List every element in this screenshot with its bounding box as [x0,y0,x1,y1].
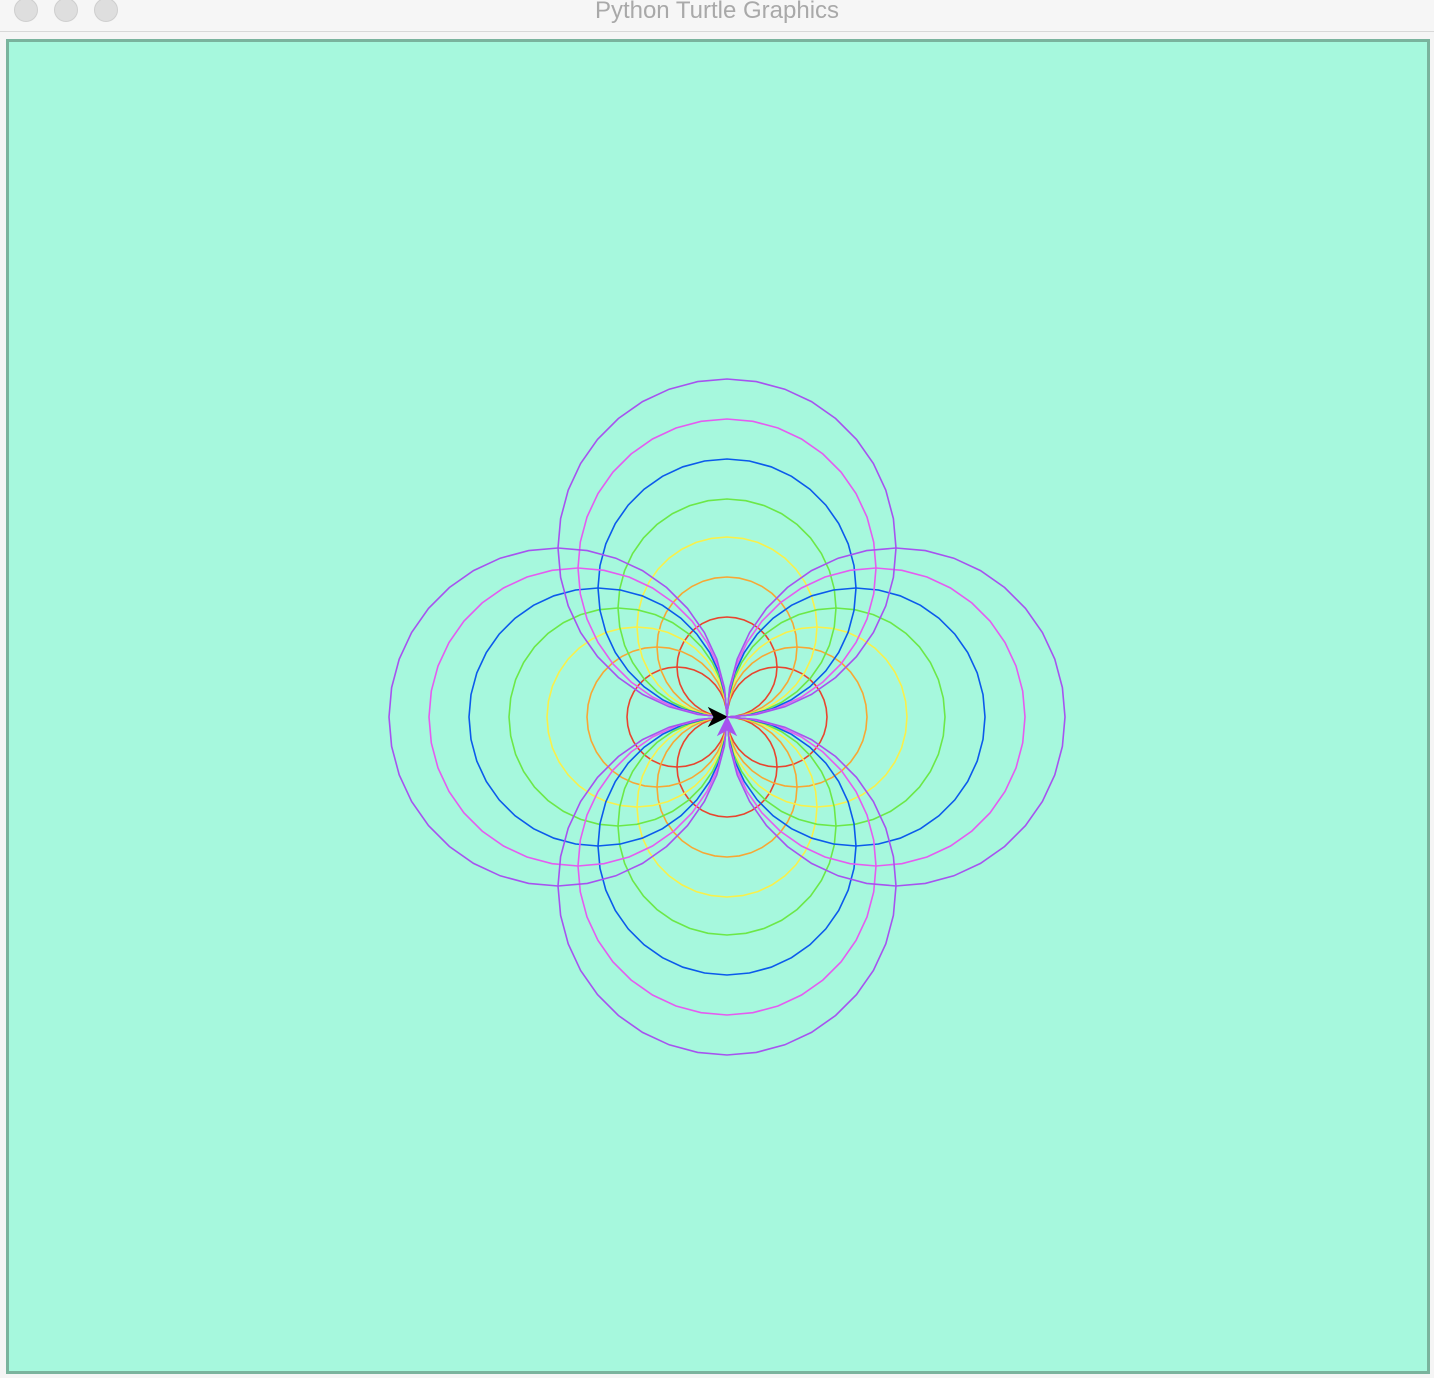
title-bar: Python Turtle Graphics [0,0,1434,32]
turtle-window: Python Turtle Graphics [0,0,1434,1378]
ring-0-left [626,666,728,768]
ring-3-right [726,607,946,827]
ring-4-down [597,716,857,976]
ring-4-right [726,587,986,847]
ring-5-right [726,567,1026,867]
drawing-surface [388,378,1066,1056]
ring-4-left [468,587,728,847]
ring-4-up [597,458,857,718]
ring-3-down [617,716,837,936]
ring-5-down [577,716,877,1016]
ring-5-left [428,567,728,867]
window-title: Python Turtle Graphics [594,0,840,24]
ring-0-down [676,716,778,818]
ring-2-up [636,536,818,718]
ring-0-up [676,616,778,718]
turtle-canvas[interactable] [6,39,1430,1374]
ring-2-right [726,626,908,808]
ring-5-up [577,418,877,718]
ring-3-up [617,498,837,718]
ring-2-left [546,626,728,808]
ring-2-down [636,716,818,898]
ring-0-right [726,666,828,768]
ring-3-left [508,607,728,827]
